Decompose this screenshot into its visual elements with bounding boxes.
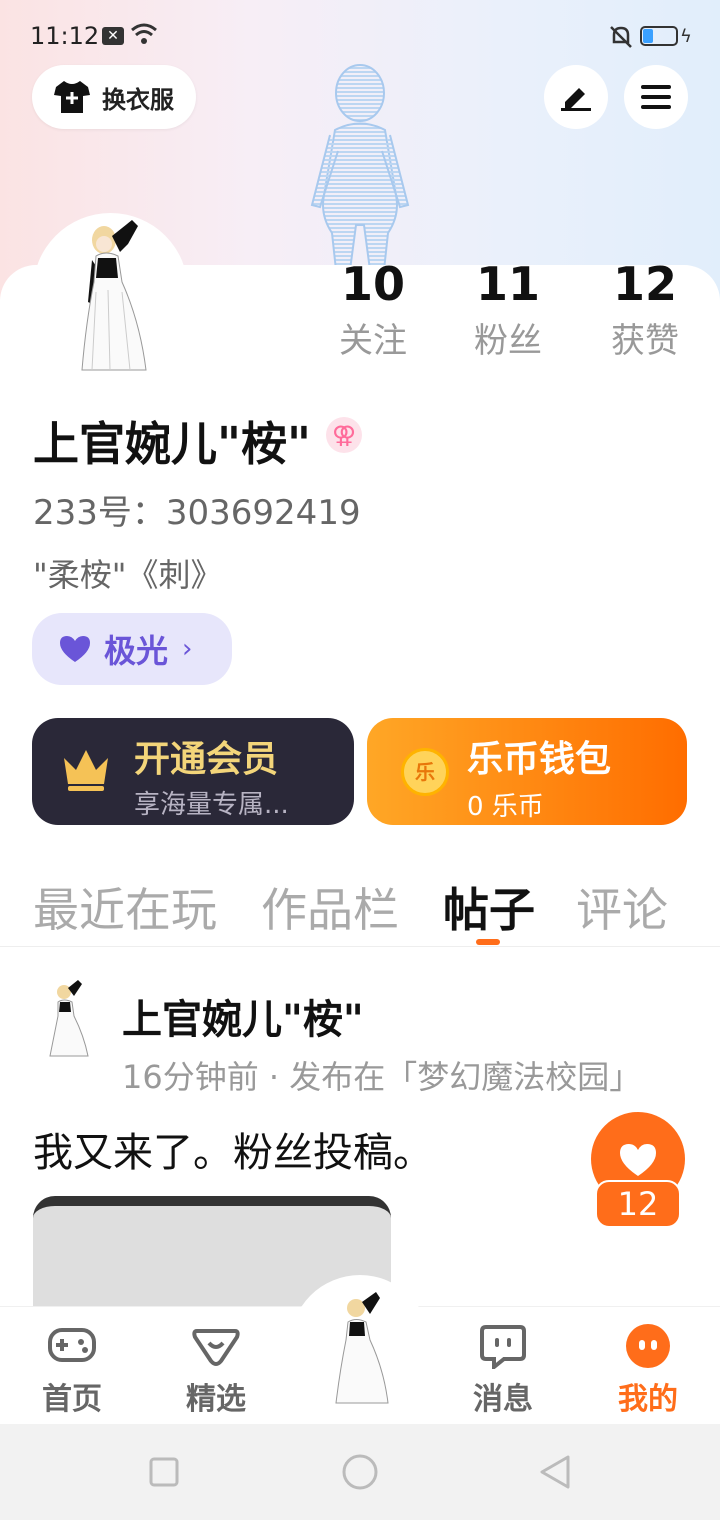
heart-icon — [620, 1144, 656, 1176]
coin-icon: 乐 — [401, 748, 449, 796]
tab-posts[interactable]: 帖子 — [443, 874, 535, 940]
heart-icon — [60, 636, 90, 662]
aurora-label: 极光 — [104, 632, 169, 670]
mute-bell-icon — [610, 26, 632, 48]
stat-fans[interactable]: 11 粉丝 — [453, 256, 563, 366]
nav-me[interactable]: 我的 — [593, 1318, 703, 1418]
pen-icon — [561, 88, 591, 111]
stat-fans-count: 11 — [475, 257, 540, 311]
gender-female-icon: ⚢ — [326, 417, 362, 453]
stat-following-count: 10 — [340, 257, 405, 311]
like-count: 12 — [595, 1180, 681, 1228]
edit-profile-button[interactable] — [544, 65, 608, 129]
avatar[interactable] — [66, 212, 166, 372]
recents-square-icon[interactable] — [149, 1457, 179, 1487]
nav-featured[interactable]: 精选 — [161, 1318, 271, 1418]
back-triangle-icon[interactable] — [538, 1454, 572, 1490]
nav-messages-label: 消息 — [473, 1382, 533, 1417]
nav-home-label: 首页 — [42, 1382, 102, 1417]
home-circle-icon[interactable] — [341, 1453, 379, 1491]
change-outfit-label: 换衣服 — [102, 85, 174, 114]
hamburger-menu-icon — [641, 85, 671, 109]
wallet-title: 乐币钱包 — [467, 739, 612, 780]
charging-icon: ϟ — [680, 26, 692, 47]
user-id[interactable]: 233号：303692419 — [33, 485, 361, 534]
profile-name: 上官婉儿"桉" — [33, 417, 311, 471]
post-text[interactable]: 我又来了。粉丝投稿。 — [33, 1120, 433, 1178]
stat-following[interactable]: 10 关注 — [318, 256, 428, 366]
post-meta: 16分钟前 · 发布在「梦幻魔法校园」 — [122, 1058, 642, 1096]
profile-bio: "柔桉"《刺》 — [33, 556, 223, 594]
post-author-name[interactable]: 上官婉儿"桉" — [122, 987, 364, 1045]
crown-icon — [64, 750, 108, 791]
post-author-avatar[interactable] — [44, 978, 94, 1058]
status-time: 11:12 — [30, 22, 100, 50]
wallet-card[interactable]: 乐 乐币钱包 0 乐币 — [367, 718, 687, 825]
vip-title: 开通会员 — [134, 739, 279, 780]
nav-center-avatar[interactable] — [330, 1290, 396, 1405]
battery-level — [643, 29, 653, 43]
heart-chat-icon — [192, 1329, 240, 1366]
wallet-balance: 0 乐币 — [467, 792, 544, 822]
notification-icon: ✕ — [102, 27, 124, 45]
tab-recently-played[interactable]: 最近在玩 — [33, 874, 217, 940]
vip-subtitle: 享海量专属... — [134, 790, 289, 820]
system-nav-bar — [0, 1424, 720, 1520]
gamepad-icon — [48, 1328, 96, 1362]
avatar-3d-outline — [310, 64, 410, 270]
stat-likes-count: 12 — [612, 257, 677, 311]
vip-membership-card[interactable]: 开通会员 享海量专属... — [32, 718, 354, 825]
stat-fans-label: 粉丝 — [474, 321, 542, 361]
tabs-divider — [0, 946, 720, 947]
shirt-icon — [54, 81, 90, 113]
status-bar: 11:12 ✕ ϟ — [0, 0, 720, 74]
stat-likes[interactable]: 12 获赞 — [590, 256, 700, 366]
stat-likes-label: 获赞 — [611, 321, 679, 361]
smile-icon — [626, 1324, 670, 1368]
nav-me-label: 我的 — [618, 1382, 678, 1417]
wifi-icon — [131, 23, 157, 44]
chevron-right-icon: › — [182, 634, 193, 664]
menu-button[interactable] — [624, 65, 688, 129]
nav-messages[interactable]: 消息 — [448, 1318, 558, 1418]
aurora-badge-button[interactable]: 极光 › — [32, 613, 232, 685]
stat-following-label: 关注 — [339, 321, 407, 361]
tab-comments[interactable]: 评论 — [576, 874, 668, 940]
nav-home[interactable]: 首页 — [17, 1318, 127, 1418]
tab-works[interactable]: 作品栏 — [261, 874, 399, 940]
nav-featured-label: 精选 — [186, 1382, 246, 1417]
chat-icon — [480, 1325, 526, 1369]
change-outfit-button[interactable]: 换衣服 — [32, 65, 196, 129]
active-tab-indicator — [476, 939, 500, 945]
